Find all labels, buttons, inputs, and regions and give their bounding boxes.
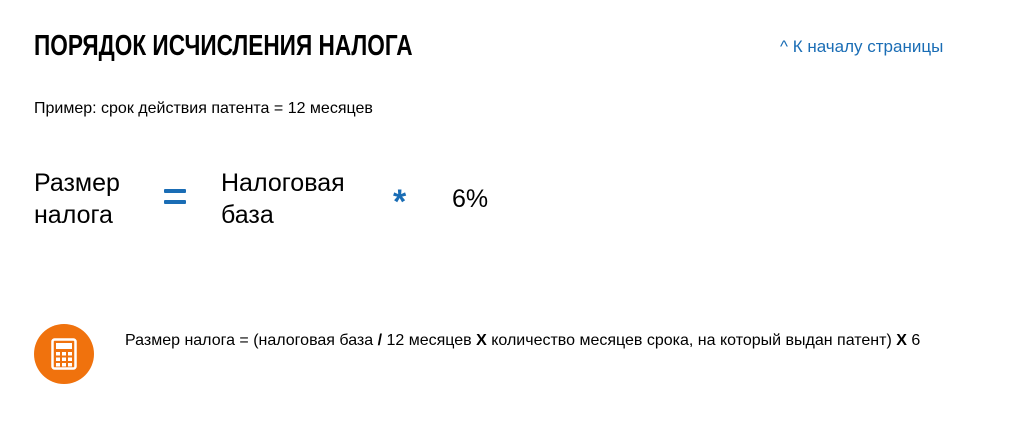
multiply-sign: * bbox=[393, 182, 406, 222]
calc-multiply-op-2: X bbox=[896, 332, 907, 349]
formula-term-tax-line1: Размер bbox=[34, 167, 144, 199]
back-to-top-link[interactable]: ^ К началу страницы bbox=[780, 36, 943, 58]
tax-formula: Размер налога Налоговая база * 6% bbox=[0, 165, 1024, 235]
calculation-formula-text: Размер налога = (налоговая база / 12 мес… bbox=[125, 327, 955, 354]
formula-term-base-line2: база bbox=[221, 199, 371, 231]
calc-part-3: количество месяцев срока, на который выд… bbox=[487, 332, 896, 349]
formula-term-base-line1: Налоговая bbox=[221, 167, 371, 199]
formula-term-tax-line2: налога bbox=[34, 199, 144, 231]
equals-bar-bottom bbox=[164, 200, 186, 204]
calculator-icon bbox=[34, 324, 94, 384]
calculator-glyph bbox=[51, 338, 77, 370]
formula-term-tax-amount: Размер налога bbox=[34, 167, 144, 231]
page-title: ПОРЯДОК ИСЧИСЛЕНИЯ НАЛОГА bbox=[34, 28, 413, 64]
calc-part-1: Размер налога = (налоговая база bbox=[125, 332, 378, 349]
calc-multiply-op-1: X bbox=[476, 332, 487, 349]
equals-bar-top bbox=[164, 189, 186, 193]
formula-term-tax-base: Налоговая база bbox=[221, 167, 371, 231]
calc-part-2: 12 месяцев bbox=[382, 332, 476, 349]
formula-term-rate: 6% bbox=[452, 183, 488, 215]
equals-sign-icon bbox=[160, 179, 188, 209]
calc-part-4: 6 bbox=[907, 332, 920, 349]
example-text: Пример: срок действия патента = 12 месяц… bbox=[34, 98, 373, 120]
